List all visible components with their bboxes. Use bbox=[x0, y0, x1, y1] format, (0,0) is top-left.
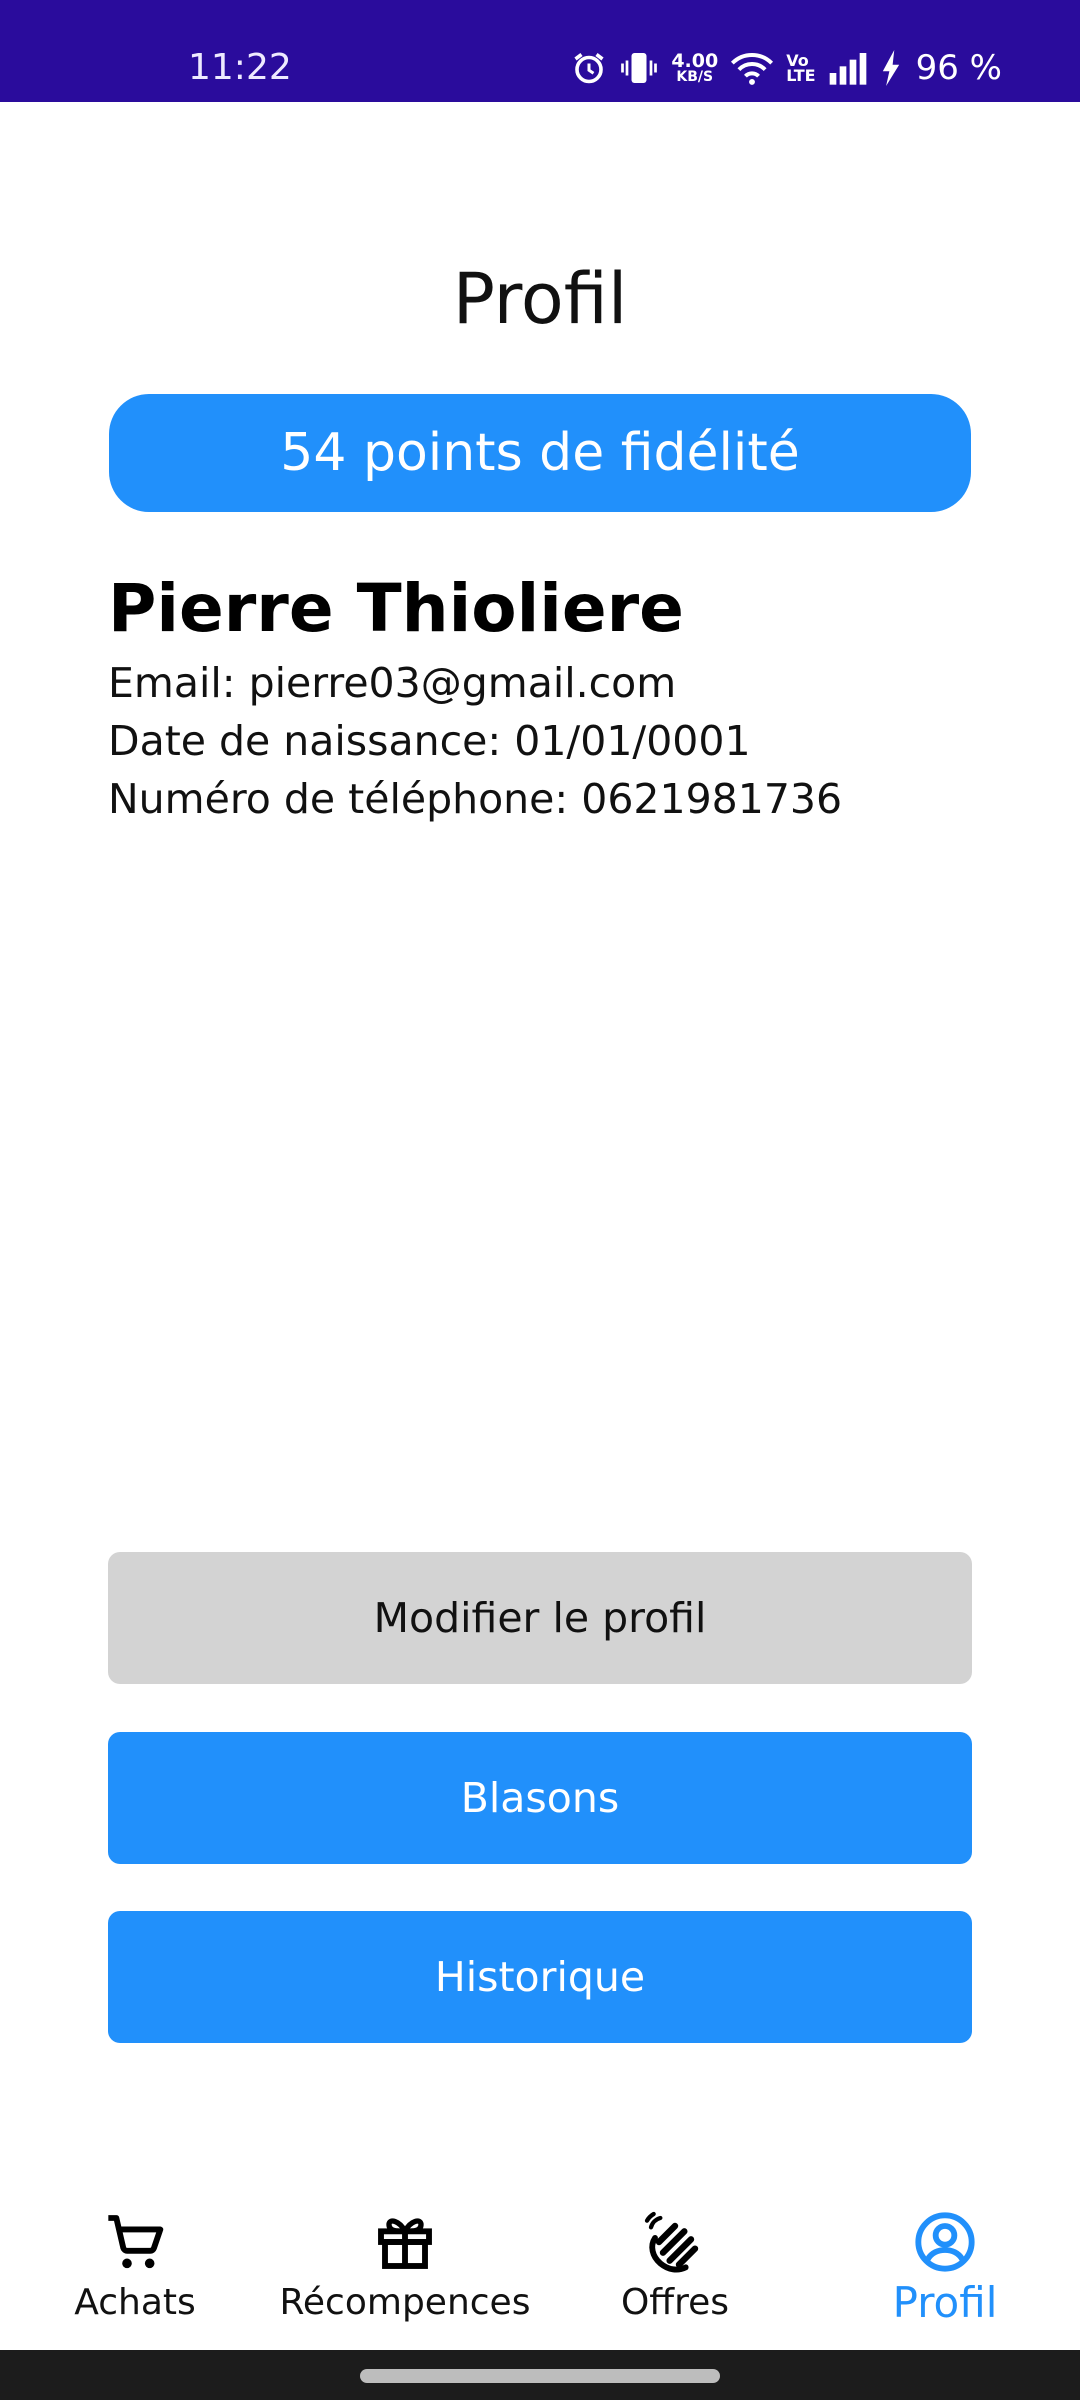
home-gesture-handle[interactable] bbox=[360, 2369, 720, 2383]
nav-item-recompences[interactable]: Récompences bbox=[270, 2190, 540, 2350]
volte-bottom: LTE bbox=[786, 66, 816, 85]
account-circle-icon bbox=[915, 2212, 975, 2272]
network-speed-unit: KB/S bbox=[676, 69, 714, 85]
status-icons: 4.00 KB/S Vo LTE 96 % bbox=[571, 44, 1002, 92]
nav-label-offres: Offres bbox=[620, 2282, 730, 2323]
history-button[interactable]: Historique bbox=[108, 1911, 972, 2043]
user-name: Pierre Thioliere bbox=[108, 570, 684, 647]
status-bar: 11:22 4.00 KB/S Vo LTE 96 % bbox=[0, 0, 1080, 102]
vibrate-icon bbox=[621, 53, 658, 83]
network-speed: 4.00 KB/S bbox=[671, 50, 719, 85]
status-time: 11:22 bbox=[188, 47, 292, 88]
gift-icon bbox=[378, 2218, 432, 2269]
wifi-icon bbox=[731, 53, 774, 85]
nav-label-achats: Achats bbox=[74, 2282, 196, 2323]
hand-wave-icon bbox=[644, 2211, 699, 2273]
birthdate-line: Date de naissance: 01/01/0001 bbox=[108, 717, 751, 765]
charging-icon bbox=[882, 50, 899, 86]
battery-percentage: 96 % bbox=[915, 48, 1002, 88]
loyalty-points-badge: 54 points de fidélité bbox=[109, 394, 971, 512]
nav-item-profil[interactable]: Profil bbox=[810, 2190, 1080, 2350]
nav-item-offres[interactable]: Offres bbox=[540, 2190, 810, 2350]
signal-icon bbox=[829, 53, 866, 85]
nav-item-achats[interactable]: Achats bbox=[0, 2190, 270, 2350]
network-speed-value: 4.00 bbox=[671, 50, 719, 72]
email-line: Email: pierre03@gmail.com bbox=[108, 659, 677, 707]
cart-icon bbox=[108, 2215, 164, 2269]
nav-label-profil: Profil bbox=[892, 2278, 998, 2327]
system-gesture-bar bbox=[0, 2350, 1080, 2400]
edit-profile-button[interactable]: Modifier le profil bbox=[108, 1552, 972, 1684]
nav-label-recompences: Récompences bbox=[279, 2282, 531, 2323]
volte-indicator: Vo LTE bbox=[786, 53, 816, 85]
phone-line: Numéro de téléphone: 0621981736 bbox=[108, 775, 843, 823]
page-title: Profil bbox=[452, 258, 628, 340]
badges-button[interactable]: Blasons bbox=[108, 1732, 972, 1864]
alarm-icon bbox=[574, 53, 604, 84]
bottom-navigation: Achats Récompences Offres Profil bbox=[0, 2190, 1080, 2350]
